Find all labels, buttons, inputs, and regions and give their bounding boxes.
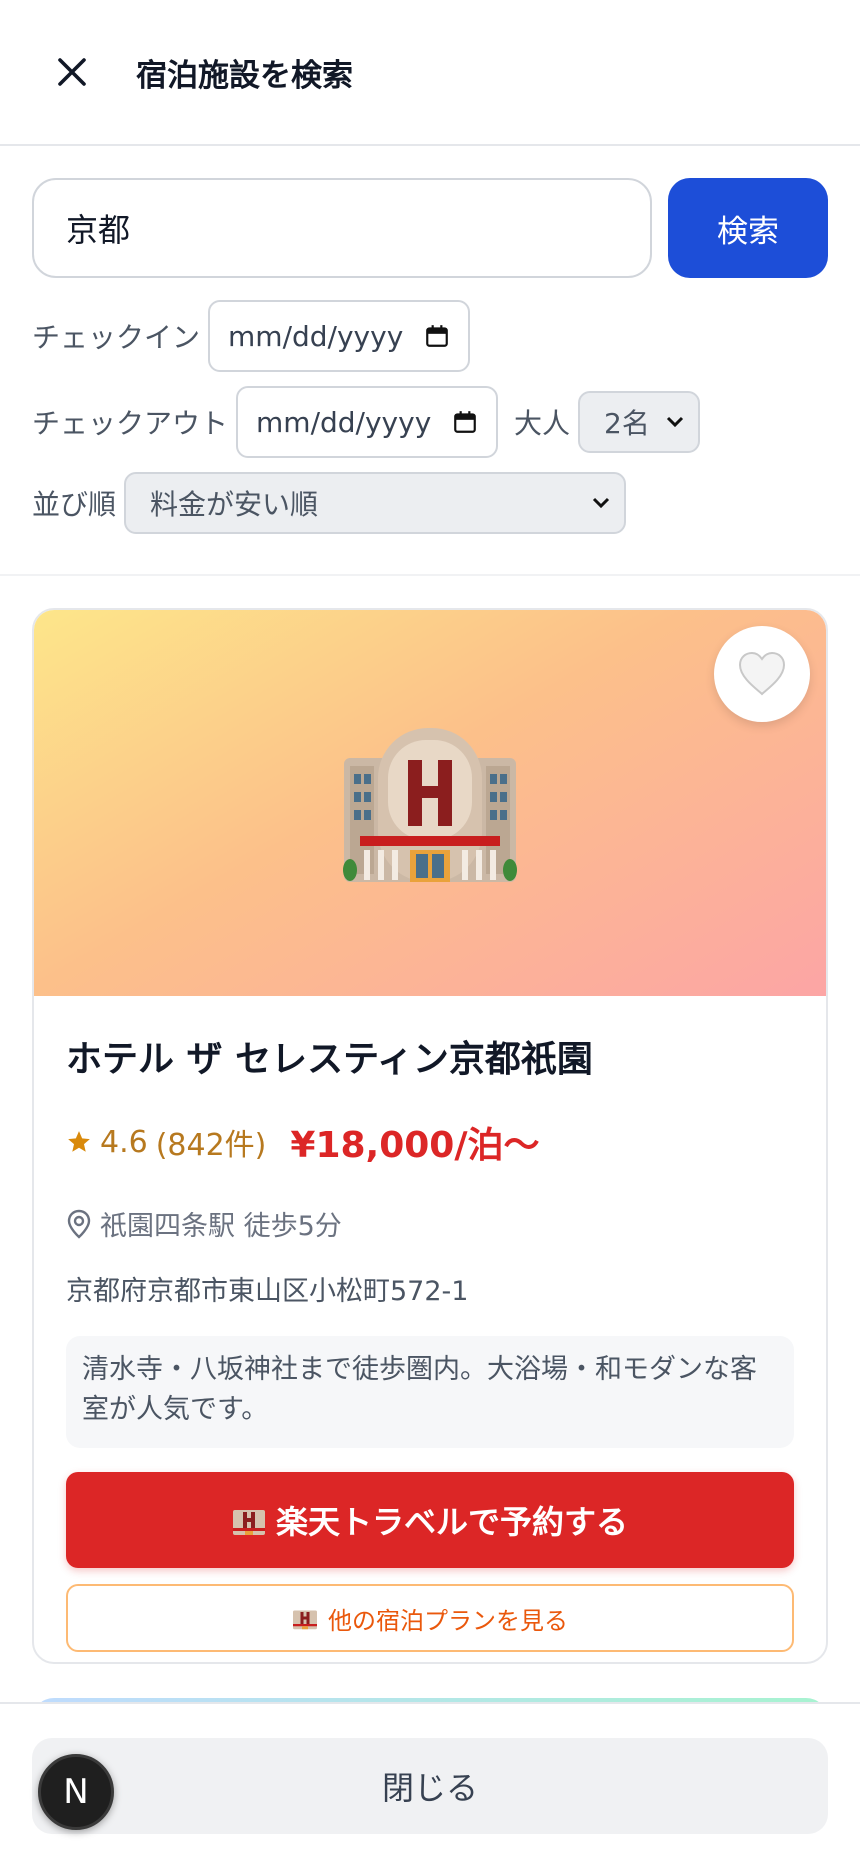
- checkin-label: チェックイン: [32, 321, 201, 354]
- other-plans-label: 他の宿泊プランを見る: [328, 1606, 568, 1635]
- hotel-card: ホテル ザ セレスティン京都祇園 4.6 (842件) ¥18,000/泊〜 祇…: [32, 608, 828, 1664]
- checkout-label: チェックアウト: [32, 407, 229, 440]
- adults-selected: 2名: [604, 407, 650, 440]
- chevron-down-icon: [666, 416, 684, 428]
- calendar-icon[interactable]: [452, 409, 478, 435]
- hotel-name: ホテル ザ セレスティン京都祇園: [66, 1039, 593, 1080]
- sort-label: 並び順: [32, 488, 117, 521]
- page-title: 宿泊施設を検索: [136, 57, 353, 94]
- other-plans-button[interactable]: 他の宿泊プランを見る: [66, 1584, 794, 1652]
- location-pin-icon: [67, 1209, 91, 1239]
- search-form: 京都 検索 チェックイン mm/dd/yyyy チェックアウト mm/dd/yy…: [0, 146, 860, 576]
- hotel-address: 京都府京都市東山区小松町572-1: [66, 1276, 469, 1307]
- hotel-icon: [293, 1610, 317, 1630]
- search-button[interactable]: 検索: [668, 178, 828, 278]
- hotel-card-body: ホテル ザ セレスティン京都祇園 4.6 (842件) ¥18,000/泊〜 祇…: [34, 996, 826, 1652]
- checkin-date-input[interactable]: mm/dd/yyyy: [208, 300, 471, 372]
- close-button[interactable]: 閉じる: [32, 1738, 828, 1834]
- book-button-label: 楽天トラベルで予約する: [275, 1503, 628, 1541]
- favorite-button[interactable]: [714, 626, 810, 722]
- checkout-placeholder: mm/dd/yyyy: [256, 405, 432, 439]
- chevron-down-icon: [592, 497, 610, 509]
- modal-header: 宿泊施設を検索: [0, 0, 860, 146]
- hotel-icon: [343, 728, 517, 882]
- star-icon: [68, 1131, 90, 1152]
- hotel-icon: [232, 1510, 265, 1535]
- close-icon[interactable]: [50, 50, 94, 94]
- sort-select[interactable]: 料金が安い順: [124, 472, 627, 534]
- adults-label: 大人: [514, 407, 571, 440]
- search-input[interactable]: 京都: [32, 178, 652, 278]
- hotel-access: 祇園四条駅 徒歩5分: [100, 1211, 342, 1242]
- hotel-price: ¥18,000/泊〜: [290, 1125, 540, 1166]
- nextjs-badge[interactable]: N: [38, 1754, 114, 1830]
- checkout-date-input[interactable]: mm/dd/yyyy: [236, 386, 499, 458]
- modal-footer: 閉じる N: [0, 1702, 860, 1864]
- book-rakuten-button[interactable]: 楽天トラベルで予約する: [66, 1472, 794, 1568]
- adults-select[interactable]: 2名: [578, 391, 701, 453]
- sort-selected: 料金が安い順: [150, 488, 319, 521]
- review-count: (842件): [155, 1128, 267, 1163]
- hotel-image: [34, 610, 826, 996]
- hotel-description: 清水寺・八坂神社まで徒歩圏内。大浴場・和モダンな客室が人気です。: [66, 1336, 794, 1448]
- calendar-icon[interactable]: [424, 323, 450, 349]
- checkin-placeholder: mm/dd/yyyy: [228, 319, 404, 353]
- white-heart-icon: [738, 651, 786, 696]
- rating-value: 4.6: [100, 1124, 148, 1160]
- search-modal: 宿泊施設を検索 京都 検索 チェックイン mm/dd/yyyy チェックアウト: [0, 0, 860, 1864]
